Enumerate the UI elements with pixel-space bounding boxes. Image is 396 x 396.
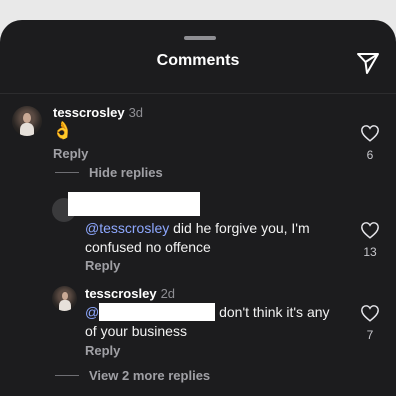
- hide-replies-label: Hide replies: [89, 165, 163, 180]
- comment-username[interactable]: tesscrosley 3d: [53, 105, 143, 120]
- redacted-mention: [99, 303, 216, 321]
- heart-icon: [361, 305, 379, 322]
- heart-icon: [361, 125, 379, 142]
- comment-text: 👌: [52, 121, 74, 140]
- mention-link[interactable]: @tesscrosley: [85, 220, 169, 236]
- send-icon: [357, 53, 379, 74]
- comment-text: @tesscrosley did he forgive you, I'm con…: [85, 220, 310, 255]
- like-count: 13: [363, 245, 377, 259]
- view-more-replies-label: View 2 more replies: [89, 368, 211, 383]
- view-more-replies-button[interactable]: View 2 more replies: [55, 368, 210, 383]
- like-button[interactable]: 7: [359, 304, 381, 342]
- heart-icon: [361, 222, 379, 239]
- thread-dash: [55, 375, 79, 376]
- reply-button[interactable]: Reply: [85, 258, 120, 273]
- redacted-username: [68, 192, 200, 216]
- like-count: 6: [366, 148, 374, 162]
- sheet-title: Comments: [156, 52, 240, 69]
- like-button[interactable]: 6: [359, 124, 381, 162]
- comment-time: 3d: [128, 105, 144, 120]
- like-button[interactable]: 13: [359, 221, 381, 259]
- drag-handle[interactable]: [184, 36, 216, 40]
- avatar[interactable]: [12, 106, 42, 136]
- avatar[interactable]: [52, 286, 77, 311]
- comments-sheet: Comments tesscrosley 3d 👌 Reply 6 Hide re…: [0, 20, 396, 396]
- reply-button[interactable]: Reply: [85, 343, 120, 358]
- thread-dash: [55, 172, 79, 173]
- hide-replies-button[interactable]: Hide replies: [55, 165, 163, 180]
- mention-link[interactable]: @: [85, 304, 99, 320]
- like-count: 7: [366, 328, 374, 342]
- comment-text: @ don't think it's any of your business: [85, 303, 330, 339]
- reply-button[interactable]: Reply: [53, 146, 88, 161]
- comment-time: 2d: [160, 286, 176, 301]
- comment-username[interactable]: tesscrosley 2d: [85, 286, 175, 301]
- share-button[interactable]: [355, 50, 381, 76]
- header-divider: [0, 93, 396, 94]
